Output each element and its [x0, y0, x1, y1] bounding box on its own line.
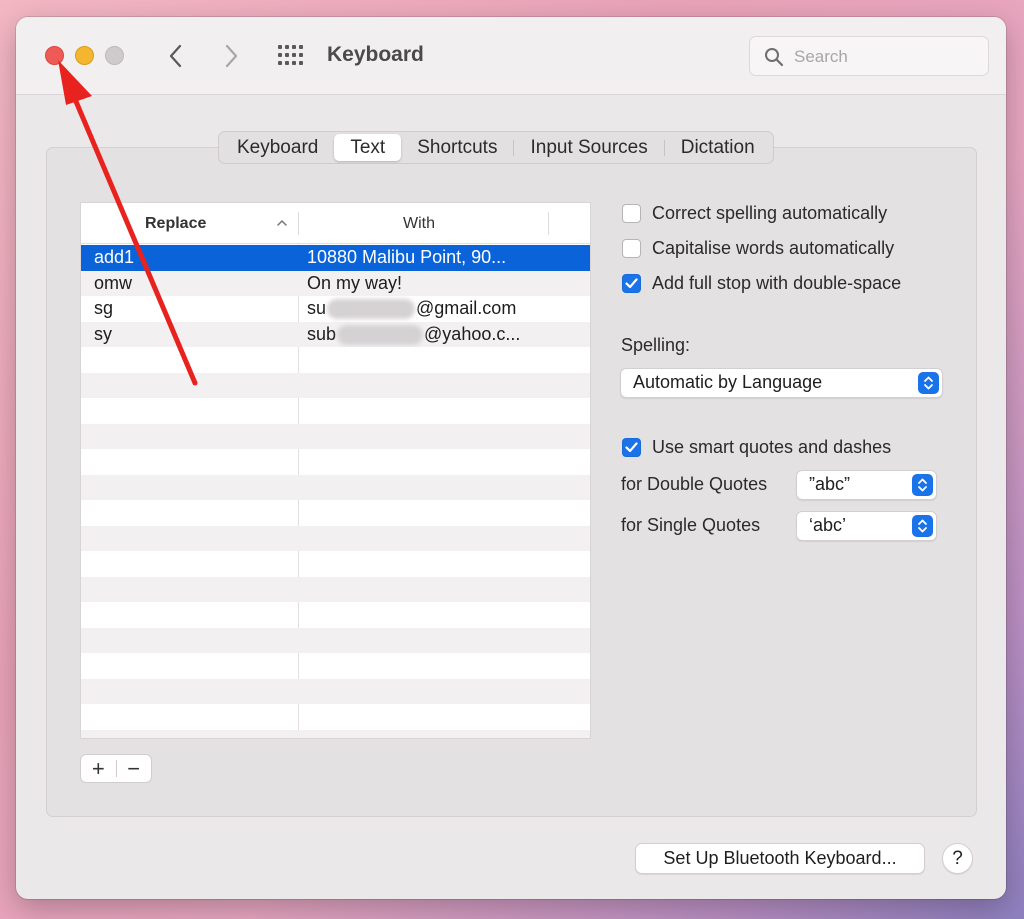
empty-row: [81, 602, 590, 628]
tab-shortcuts[interactable]: Shortcuts: [401, 134, 513, 161]
add-remove-control: + −: [80, 754, 152, 783]
empty-row: [81, 525, 590, 551]
table-row[interactable]: sg su @gmail.com: [81, 296, 590, 322]
with-prefix: sub: [307, 323, 337, 344]
tab-bar: Keyboard Text Shortcuts Input Sources Di…: [218, 131, 774, 164]
spelling-value: Automatic by Language: [633, 372, 823, 392]
help-button[interactable]: ?: [942, 843, 973, 874]
stepper-icon: [912, 474, 933, 496]
empty-row: [81, 474, 590, 500]
with-cell: sub @yahoo.c...: [299, 322, 589, 348]
back-button[interactable]: [161, 40, 191, 72]
search-input[interactable]: [794, 45, 974, 69]
zoom-button[interactable]: [105, 46, 124, 65]
correct-spelling-checkbox[interactable]: [622, 204, 641, 223]
tab-keyboard[interactable]: Keyboard: [221, 134, 334, 161]
empty-row: [81, 678, 590, 704]
add-entry-button[interactable]: +: [81, 755, 116, 782]
capitalise-label: Capitalise words automatically: [652, 238, 895, 258]
smart-quotes-option[interactable]: Use smart quotes and dashes: [622, 437, 891, 458]
empty-row: [81, 576, 590, 602]
empty-row: [81, 627, 590, 653]
table-row[interactable]: omw On my way!: [81, 270, 590, 296]
empty-row: [81, 372, 590, 398]
redacted-blur: [327, 299, 416, 320]
with-cell: su @gmail.com: [299, 296, 589, 322]
table-row[interactable]: add1 10880 Malibu Point, 90...: [81, 245, 590, 271]
full-stop-option[interactable]: Add full stop with double-space: [622, 273, 901, 294]
tab-text[interactable]: Text: [334, 134, 402, 161]
smart-quotes-label: Use smart quotes and dashes: [652, 437, 892, 457]
capitalise-checkbox[interactable]: [622, 239, 641, 258]
show-all-grid-icon[interactable]: [277, 44, 305, 66]
table-row[interactable]: sy sub @yahoo.c...: [81, 321, 590, 348]
empty-row: [81, 500, 590, 526]
double-quotes-value: ”abc”: [809, 474, 851, 494]
forward-button[interactable]: [216, 40, 246, 72]
sort-caret-icon: [277, 219, 287, 226]
with-cell: On my way!: [307, 272, 403, 293]
correct-spelling-option[interactable]: Correct spelling automatically: [622, 203, 887, 224]
redacted-blur: [337, 324, 424, 345]
full-stop-checkbox[interactable]: [622, 274, 641, 293]
empty-row: [81, 347, 590, 373]
forward-chevron-icon: [225, 44, 238, 68]
window-title: Keyboard: [327, 43, 424, 66]
empty-row: [81, 551, 590, 577]
replace-cell: sy: [94, 323, 112, 344]
with-suffix: @yahoo.c...: [424, 323, 521, 344]
spelling-popup[interactable]: Automatic by Language: [620, 368, 943, 398]
replace-cell: add1: [94, 247, 135, 267]
capitalise-option[interactable]: Capitalise words automatically: [622, 238, 894, 259]
double-quotes-popup[interactable]: ”abc”: [796, 470, 937, 500]
single-quotes-label: for Single Quotes: [621, 515, 761, 535]
minimize-button[interactable]: [75, 46, 94, 65]
text-replacement-table: Replace With add1 10880 Malibu Point, 90…: [80, 202, 591, 739]
with-suffix: @gmail.com: [416, 298, 517, 318]
empty-row: [81, 704, 590, 730]
stepper-icon: [912, 515, 933, 537]
empty-row: [81, 729, 590, 738]
search-icon: [765, 48, 784, 67]
close-button[interactable]: [45, 46, 64, 65]
double-quotes-label: for Double Quotes: [621, 474, 768, 494]
search-field[interactable]: [749, 36, 989, 76]
with-cell: 10880 Malibu Point, 90...: [307, 247, 507, 267]
preferences-window: Keyboard Keyboard Text Shortcuts Input S…: [16, 17, 1006, 899]
replace-cell: sg: [94, 298, 114, 318]
empty-row: [81, 449, 590, 475]
checkmark-icon: [625, 278, 638, 289]
spelling-label: Spelling:: [621, 335, 691, 355]
table-rows: add1 10880 Malibu Point, 90... omw On my…: [81, 245, 590, 738]
titlebar: Keyboard: [16, 17, 1006, 95]
empty-row: [81, 653, 590, 679]
empty-row: [81, 423, 590, 449]
header-divider: [548, 212, 549, 235]
stepper-icon: [918, 372, 939, 394]
header-divider: [298, 212, 299, 235]
tab-dictation[interactable]: Dictation: [665, 134, 771, 161]
setup-bluetooth-keyboard-button[interactable]: Set Up Bluetooth Keyboard...: [635, 843, 925, 874]
replace-cell: omw: [94, 272, 133, 293]
column-header-with[interactable]: With: [403, 215, 435, 233]
column-header-replace[interactable]: Replace: [145, 215, 206, 233]
remove-entry-button[interactable]: −: [116, 755, 151, 782]
single-quotes-value: ‘abc’: [809, 515, 847, 535]
back-chevron-icon: [169, 44, 182, 68]
checkmark-icon: [625, 442, 638, 453]
smart-quotes-checkbox[interactable]: [622, 438, 641, 457]
correct-spelling-label: Correct spelling automatically: [652, 203, 888, 223]
tab-input-sources[interactable]: Input Sources: [514, 134, 663, 161]
with-prefix: su: [307, 298, 327, 318]
empty-row: [81, 398, 590, 424]
full-stop-label: Add full stop with double-space: [652, 273, 902, 293]
table-header: Replace With: [81, 203, 590, 244]
single-quotes-popup[interactable]: ‘abc’: [796, 511, 937, 541]
